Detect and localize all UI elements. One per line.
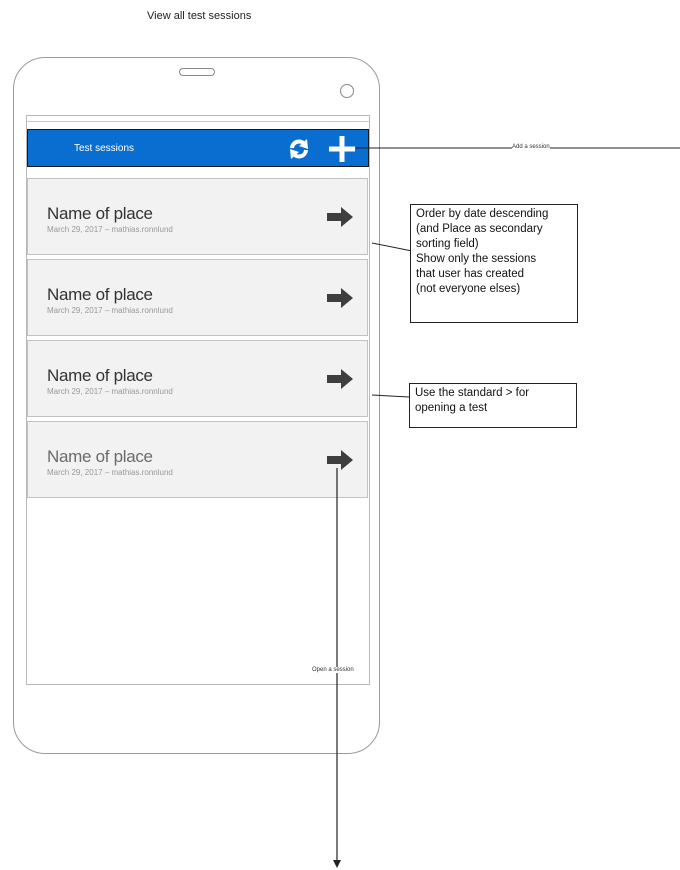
note-line: that user has created [416,268,525,280]
standard-arrow-note: Use the standard > for opening a test [409,383,577,428]
note-line: (and Place as secondary [416,223,543,235]
note-line: Show only the sessions [416,253,537,265]
note-line: opening a test [415,402,488,414]
wireframe-page: View all test sessions Test sessions Nam… [0,0,680,870]
ordering-note: Order by date descending (and Place as s… [410,204,578,323]
add-session-label: Add a session [512,144,550,150]
open-session-label: Open a session [312,667,354,673]
ordering-note-connector [371,242,413,252]
open-session-arrowhead [333,860,341,868]
note-line: (not everyone elses) [416,283,521,295]
annotation-connectors [333,147,680,868]
note-line: sorting field) [416,238,479,250]
standard-arrow-note-connector [371,394,410,398]
note-line: Order by date descending [416,208,549,220]
note-line: Use the standard > for [415,387,530,399]
